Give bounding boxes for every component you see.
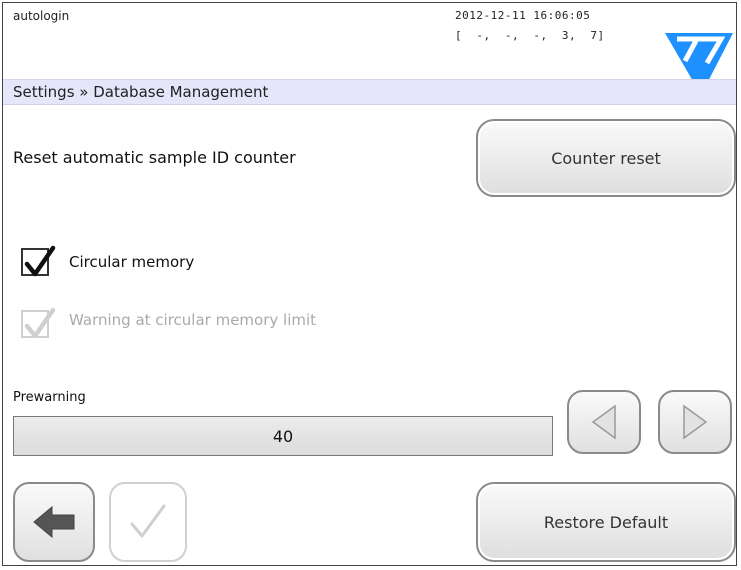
warning-limit-label[interactable]: Warning at circular memory limit [69,311,316,329]
reset-counter-label: Reset automatic sample ID counter [13,148,296,167]
warning-limit-checkbox[interactable] [21,307,56,339]
triangle-right-icon [683,404,708,440]
status-counters: [ -, -, -, 3, 7] [455,29,605,42]
circular-memory-checkbox[interactable] [21,245,56,277]
back-button[interactable] [13,482,95,562]
checkmark-icon [130,504,166,538]
breadcrumb-text: Settings » Database Management [13,83,269,101]
checkmark-icon [24,307,56,339]
circular-memory-label[interactable]: Circular memory [69,253,194,271]
checkmark-icon [24,245,56,277]
app-window: autologin 2012-12-11 16:06:05 [ -, -, -,… [2,2,737,566]
prewarning-label: Prewarning [13,390,86,405]
decrease-button[interactable] [567,390,641,454]
prewarning-value: 40 [272,426,294,446]
increase-button[interactable] [658,390,732,454]
datetime: 2012-12-11 16:06:05 [455,9,591,22]
counter-reset-button-label: Counter reset [551,148,661,168]
counter-reset-button[interactable]: Counter reset [476,119,736,197]
restore-default-label: Restore Default [543,512,669,532]
back-arrow-icon [33,505,75,539]
logged-user: autologin [13,9,70,23]
breadcrumb: Settings » Database Management [3,79,736,105]
status-bar: autologin 2012-12-11 16:06:05 [ -, -, -,… [3,3,736,95]
restore-default-button[interactable]: Restore Default [476,482,736,562]
confirm-button[interactable] [109,482,187,562]
prewarning-field[interactable]: 40 [13,416,553,456]
triangle-left-icon [591,404,616,440]
